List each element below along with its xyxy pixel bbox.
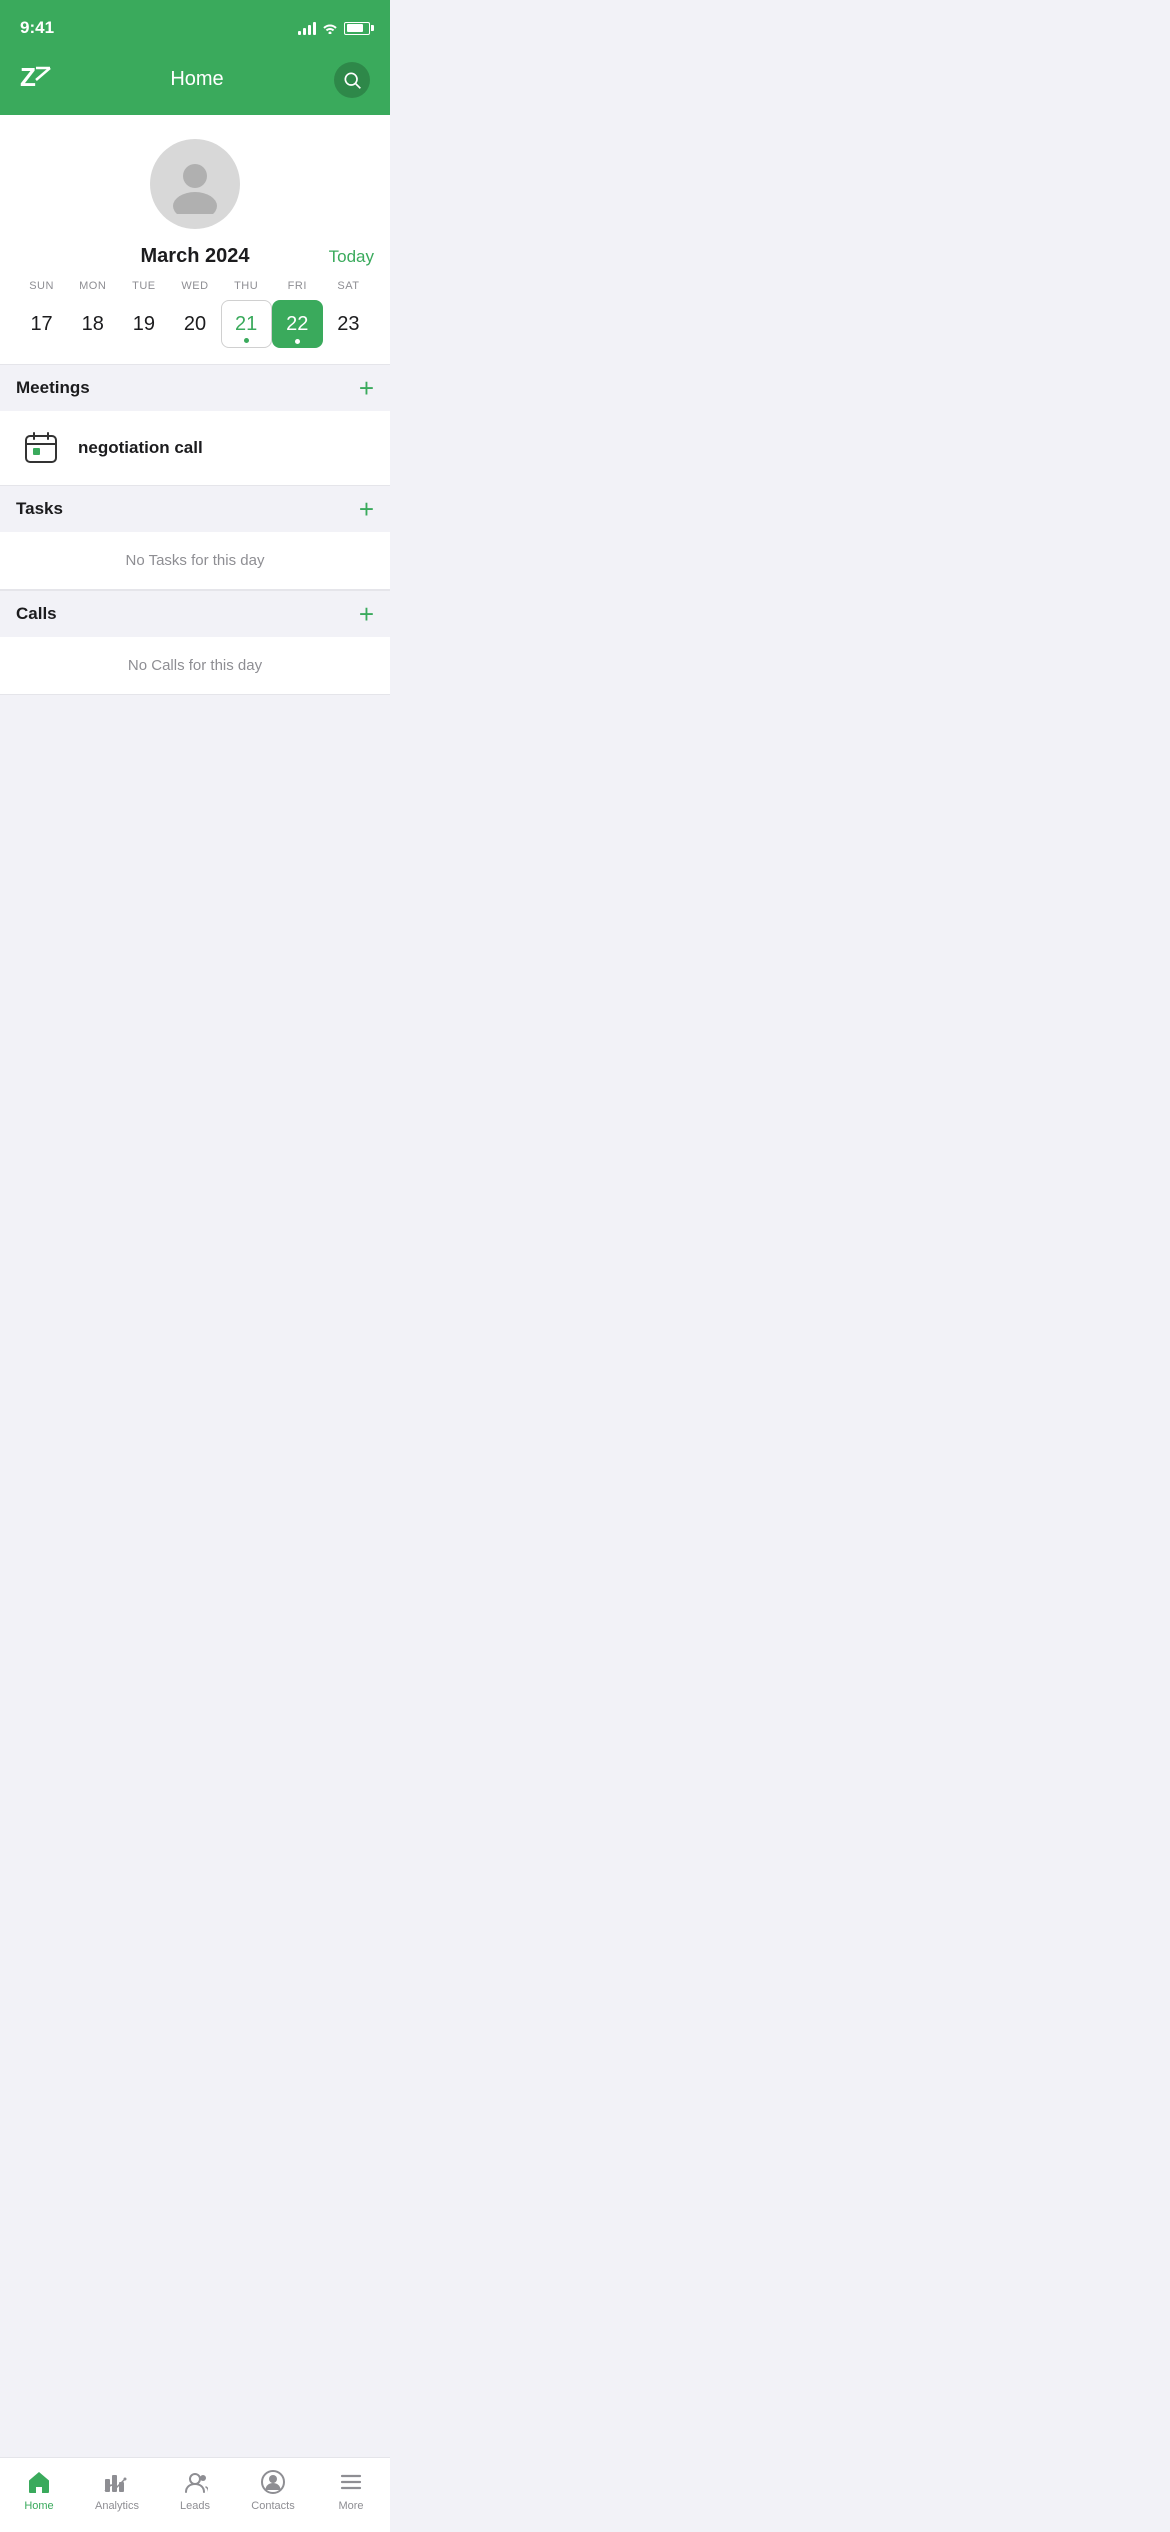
tasks-empty-state: No Tasks for this day (0, 532, 390, 590)
header: Z Home (0, 50, 390, 115)
calendar-day-17[interactable]: 17 (16, 300, 67, 348)
nav-analytics[interactable]: Analytics (78, 2468, 156, 2512)
svg-text:Z: Z (20, 62, 36, 92)
status-time: 9:41 (20, 18, 54, 38)
content-fill (0, 695, 390, 995)
meeting-title: negotiation call (78, 438, 203, 458)
calls-empty-state: No Calls for this day (0, 637, 390, 695)
meeting-item[interactable]: negotiation call (0, 411, 390, 485)
analytics-icon (103, 2468, 131, 2496)
nav-home-label: Home (24, 2500, 53, 2512)
contacts-icon-svg (260, 2469, 286, 2495)
calls-section-header: Calls + (0, 590, 390, 637)
avatar-silhouette-icon (165, 154, 225, 214)
tasks-section-header: Tasks + (0, 485, 390, 532)
calls-title: Calls (16, 604, 57, 624)
calendar-day-18[interactable]: 18 (67, 300, 118, 348)
day-thu: THU (221, 280, 272, 292)
day-wed: WED (169, 280, 220, 292)
contacts-icon (259, 2468, 287, 2496)
nav-analytics-label: Analytics (95, 2500, 139, 2512)
avatar[interactable] (150, 139, 240, 229)
nav-more-label: More (338, 2500, 363, 2512)
nav-more[interactable]: More (312, 2468, 390, 2512)
nav-contacts[interactable]: Contacts (234, 2468, 312, 2512)
leads-icon (181, 2468, 209, 2496)
search-icon (342, 70, 362, 90)
home-icon-svg (26, 2469, 52, 2495)
day-fri: FRI (272, 280, 323, 292)
nav-leads-label: Leads (180, 2500, 210, 2512)
meeting-icon (20, 427, 62, 469)
calendar-month-label: March 2024 (135, 245, 254, 268)
meetings-title: Meetings (16, 378, 90, 398)
more-icon (337, 2468, 365, 2496)
nav-leads[interactable]: Leads (156, 2468, 234, 2512)
analytics-icon-svg (103, 2469, 131, 2495)
page-title: Home (170, 68, 223, 91)
day-mon: MON (67, 280, 118, 292)
calendar-day-21[interactable]: 21 (221, 300, 272, 348)
calendar-week: 17 18 19 20 21 22 23 (16, 300, 374, 348)
battery-icon (344, 22, 370, 35)
day-sun: SUN (16, 280, 67, 292)
add-call-button[interactable]: + (359, 601, 374, 627)
meetings-section-header: Meetings + (0, 364, 390, 411)
nav-contacts-label: Contacts (251, 2500, 294, 2512)
search-button[interactable] (334, 62, 370, 98)
home-icon (25, 2468, 53, 2496)
calendar-header: March 2024 Today (16, 245, 374, 268)
nav-home[interactable]: Home (0, 2468, 78, 2512)
calendar-today-button[interactable]: Today (329, 247, 374, 266)
calendar: March 2024 Today SUN MON TUE WED THU FRI… (0, 245, 390, 364)
tasks-title: Tasks (16, 499, 63, 519)
avatar-section (0, 115, 390, 245)
day-tue: TUE (118, 280, 169, 292)
calendar-day-23[interactable]: 23 (323, 300, 374, 348)
app-logo: Z (20, 60, 60, 99)
bottom-navigation: Home Analytics Leads (0, 2457, 390, 2532)
add-task-button[interactable]: + (359, 496, 374, 522)
signal-icon (298, 21, 316, 35)
calendar-day-19[interactable]: 19 (118, 300, 169, 348)
status-bar: 9:41 (0, 0, 390, 50)
calendar-day-22[interactable]: 22 (272, 300, 323, 348)
status-icons (298, 21, 370, 35)
add-meeting-button[interactable]: + (359, 375, 374, 401)
logo-icon: Z (20, 60, 60, 92)
wifi-icon (322, 22, 338, 34)
calendar-day-20[interactable]: 20 (169, 300, 220, 348)
calendar-meeting-icon (23, 430, 59, 466)
day-sat: SAT (323, 280, 374, 292)
leads-icon-svg (182, 2469, 208, 2495)
calendar-days-header: SUN MON TUE WED THU FRI SAT (16, 280, 374, 292)
more-icon-svg (338, 2469, 364, 2495)
